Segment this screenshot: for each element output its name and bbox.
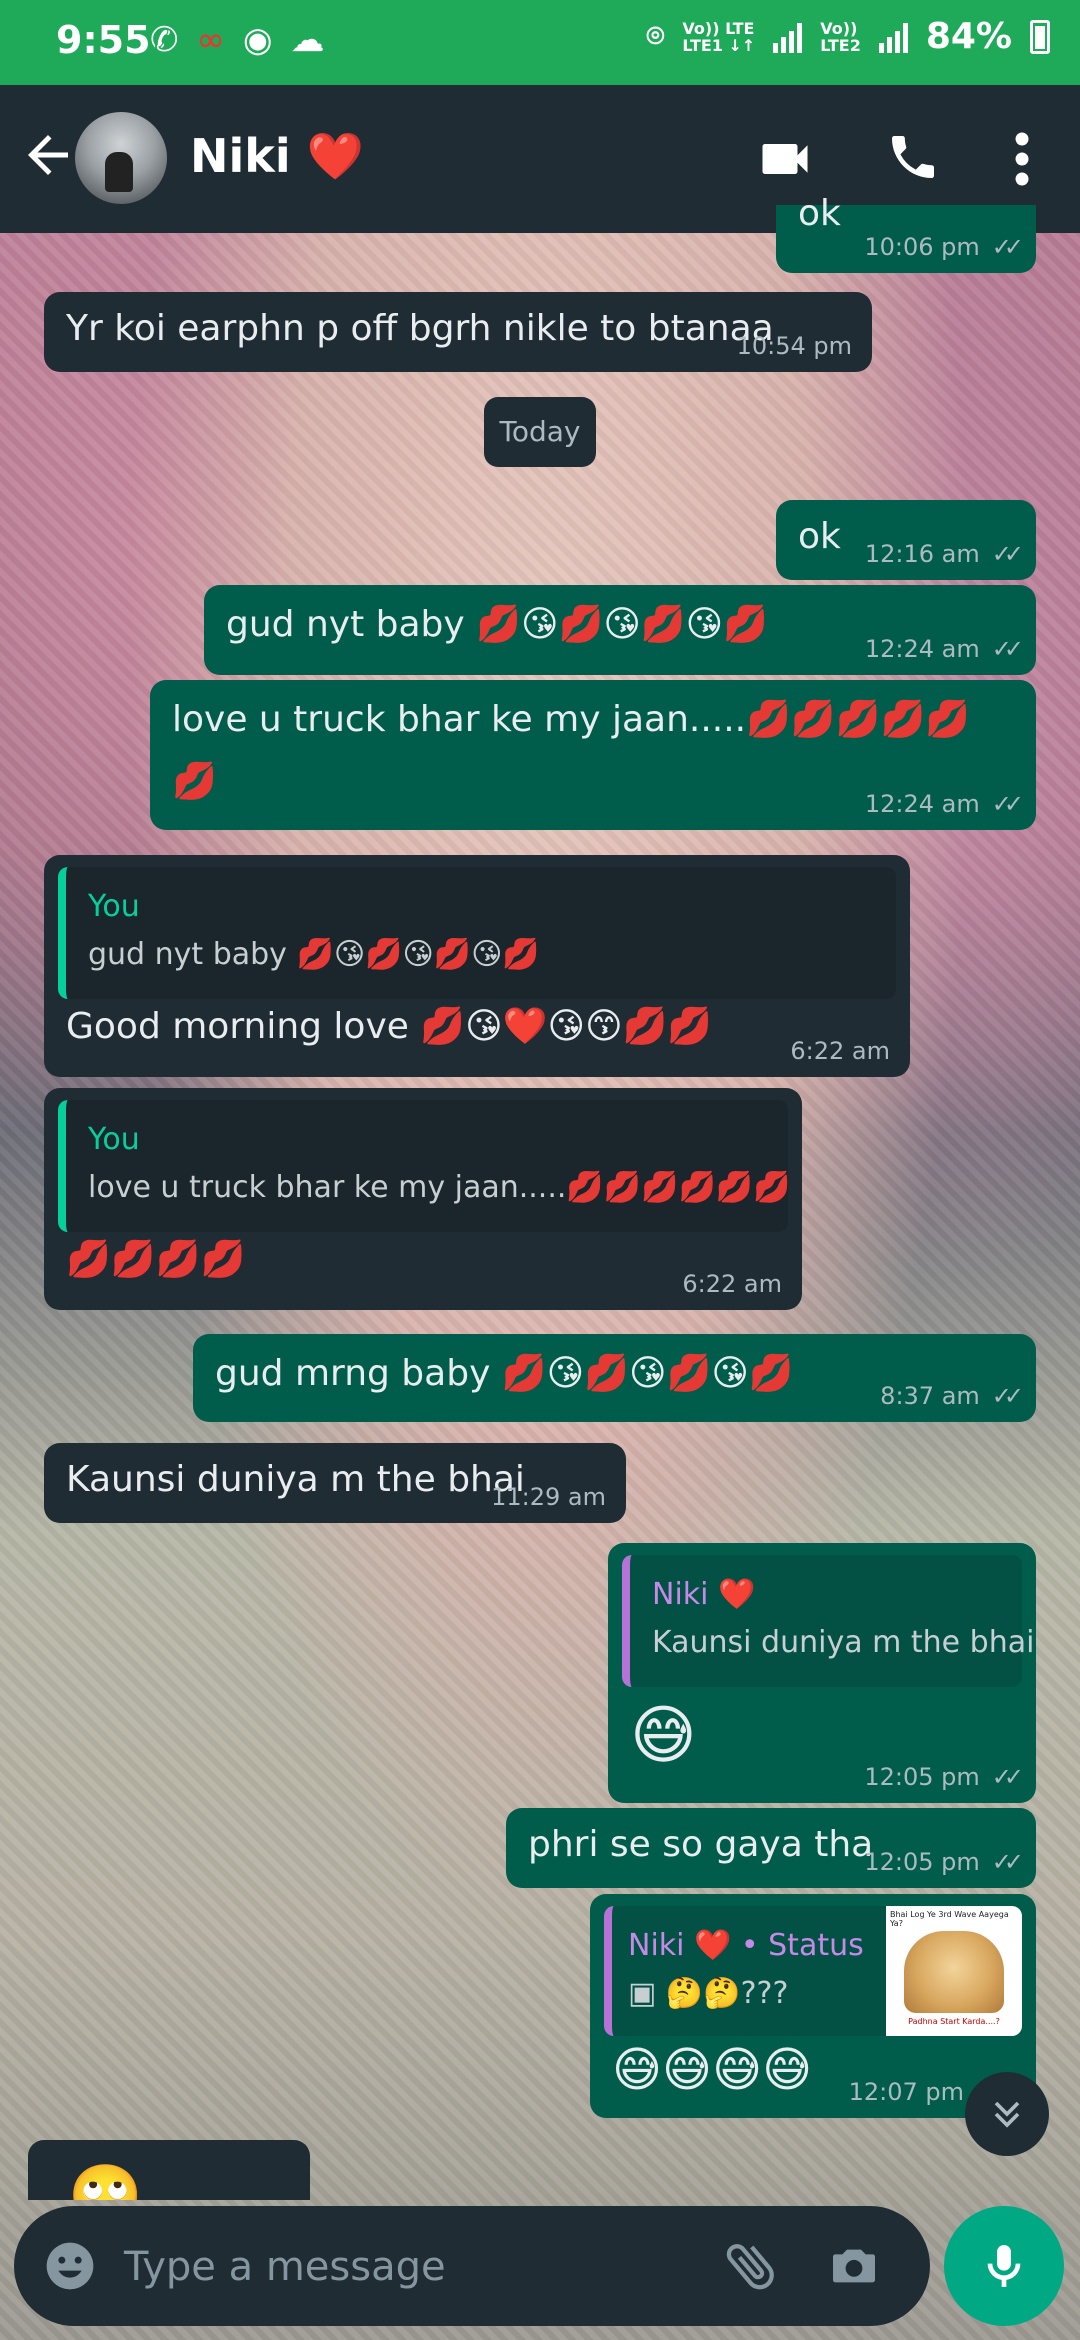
status-right: ⌾ Vo)) LTE LTE1 ↓↑ Vo)) LTE2 84%	[646, 16, 1050, 57]
message-outgoing-status-reply[interactable]: Niki ❤️ • Status ▣ 🤔🤔??? Bhai Log Ye 3rd…	[590, 1894, 1036, 2118]
signal-bars-1-icon	[773, 21, 803, 53]
battery-percent: 84%	[925, 16, 1012, 57]
quoted-message[interactable]: Niki ❤️ Kaunsi duniya m the bhai	[622, 1555, 1034, 1687]
read-ticks-icon: ✓✓	[991, 635, 1024, 663]
status-thumbnail-title: Bhai Log Ye 3rd Wave Aayega Ya?	[890, 1910, 1009, 1928]
message-incoming-reply[interactable]: You love u truck bhar ke my jaan.....💋💋💋…	[44, 1088, 802, 1310]
message-outgoing[interactable]: love u truck bhar ke my jaan.....💋💋💋💋💋 💋…	[150, 680, 1036, 830]
message-outgoing-reply[interactable]: Niki ❤️ Kaunsi duniya m the bhai 😅 12:05…	[608, 1543, 1036, 1803]
call-forward-icon: ✆	[150, 20, 179, 60]
status-thumbnail-caption: Padhna Start Karda....?	[908, 2017, 1000, 2026]
date-divider: Today	[484, 397, 596, 467]
sim2-network: Vo)) LTE2	[820, 18, 861, 55]
voice-record-button[interactable]	[944, 2206, 1064, 2326]
read-ticks-icon: ✓✓	[991, 1763, 1024, 1791]
message-input[interactable]: Type a message	[124, 2244, 446, 2290]
message-outgoing[interactable]: phri se so gaya tha 12:05 pm ✓✓	[506, 1808, 1036, 1888]
read-ticks-icon: ✓✓	[991, 1848, 1024, 1876]
message-incoming-reply[interactable]: You gud nyt baby 💋😘💋😘💋😘💋 Good morning lo…	[44, 855, 910, 1077]
voice-call-icon[interactable]	[885, 129, 941, 185]
battery-icon	[1030, 19, 1050, 54]
avatar[interactable]	[75, 112, 167, 204]
status-thumbnail[interactable]: Bhai Log Ye 3rd Wave Aayega Ya? Padhna S…	[886, 1906, 1022, 2036]
message-outgoing[interactable]: gud nyt baby 💋😘💋😘💋😘💋 12:24 am ✓✓	[204, 585, 1036, 675]
read-ticks-icon: ✓✓	[991, 233, 1024, 261]
contact-name[interactable]: Niki ❤️	[190, 129, 364, 184]
status-notification-icons: ✆ ∞ ◉ ☁	[150, 20, 325, 60]
attach-icon[interactable]	[720, 2234, 784, 2298]
more-options-icon[interactable]	[1005, 129, 1039, 189]
back-arrow-icon[interactable]	[18, 125, 78, 185]
quoted-status[interactable]: Niki ❤️ • Status ▣ 🤔🤔??? Bhai Log Ye 3rd…	[604, 1906, 1022, 2036]
whatsapp-icon: ◉	[242, 20, 273, 60]
message-composer: Type a message	[14, 2206, 930, 2326]
microphone-icon	[987, 2245, 1021, 2287]
scroll-to-bottom-button[interactable]	[965, 2072, 1049, 2156]
message-incoming[interactable]: 🙄	[28, 2140, 310, 2200]
message-incoming[interactable]: Yr koi earphn p off bgrh nikle to btanaa…	[44, 292, 872, 372]
read-ticks-icon: ✓✓	[991, 540, 1024, 568]
message-outgoing[interactable]: ok 10:06 pm ✓✓	[776, 193, 1036, 273]
doge-image	[904, 1931, 1004, 2013]
message-incoming[interactable]: Kaunsi duniya m the bhai 11:29 am	[44, 1443, 626, 1523]
quoted-message[interactable]: You love u truck bhar ke my jaan.....💋💋💋…	[58, 1100, 791, 1232]
message-outgoing[interactable]: gud mrng baby 💋😘💋😘💋😘💋 8:37 am ✓✓	[193, 1334, 1036, 1422]
signal-bars-2-icon	[878, 21, 908, 53]
status-bar: 9:55 ✆ ∞ ◉ ☁ ⌾ Vo)) LTE LTE1 ↓↑ Vo)) LTE…	[0, 0, 1080, 85]
emoji-icon[interactable]	[42, 2238, 98, 2294]
read-ticks-icon: ✓✓	[991, 1382, 1024, 1410]
status-time: 9:55	[56, 18, 151, 62]
video-call-icon[interactable]	[755, 129, 815, 189]
camera-icon[interactable]	[826, 2238, 882, 2294]
read-ticks-icon: ✓✓	[991, 790, 1024, 818]
image-icon: ▣	[628, 1976, 666, 2011]
cloud-icon: ☁	[290, 20, 325, 60]
quoted-message[interactable]: You gud nyt baby 💋😘💋😘💋😘💋	[58, 867, 896, 999]
sim1-network: Vo)) LTE LTE1 ↓↑	[682, 18, 756, 55]
location-icon: ⌾	[646, 19, 665, 54]
double-chevron-down-icon	[994, 2101, 1020, 2128]
message-outgoing[interactable]: ok 12:16 am ✓✓	[776, 500, 1036, 580]
airtel-icon: ∞	[196, 20, 225, 60]
